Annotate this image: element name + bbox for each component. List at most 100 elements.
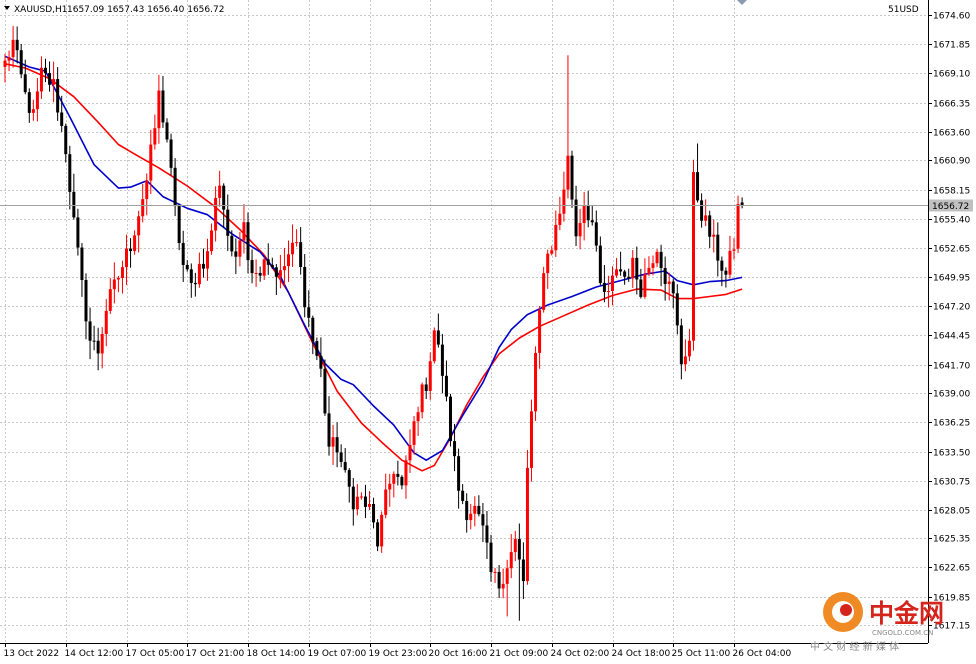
candle-body	[206, 251, 209, 269]
candle-body	[675, 293, 679, 326]
time-tick-label: 20 Oct 16:00	[429, 649, 488, 659]
candle-body	[351, 486, 355, 510]
candle-body	[116, 277, 120, 280]
candle-body	[530, 411, 533, 468]
watermark-domain: CNGOLD.COM.CN	[872, 629, 933, 637]
candle-body	[149, 144, 153, 181]
candle-body	[100, 333, 104, 354]
candle-body	[347, 470, 351, 487]
time-tick-label: 17 Oct 21:00	[186, 649, 245, 659]
candle-body	[242, 222, 246, 241]
candle-body	[23, 74, 27, 93]
time-tick-label: 26 Oct 04:00	[733, 649, 792, 659]
candle-body	[84, 280, 88, 322]
candle-body	[473, 505, 477, 514]
candle-body	[388, 483, 392, 490]
candle-body	[234, 251, 238, 257]
candle-body	[408, 444, 412, 461]
candle-body	[663, 268, 667, 284]
candle-body	[453, 441, 457, 457]
candle-body	[31, 109, 35, 113]
candle-body	[509, 552, 513, 569]
watermark-cn: 中金网	[869, 599, 944, 628]
candle-body	[554, 224, 558, 251]
candle-body	[108, 289, 112, 311]
price-tick-label: 1639.00	[933, 390, 970, 400]
candle-body	[489, 542, 493, 573]
candle-body	[246, 222, 250, 261]
price-tick-label: 1674.60	[933, 12, 970, 22]
candle-body	[193, 282, 197, 285]
candle-body	[384, 489, 388, 515]
candle-body	[412, 421, 416, 445]
candle-body	[380, 514, 384, 547]
watermark-tagline: 中 文 财 经 新 媒 体	[810, 640, 899, 653]
price-tick-label: 1663.60	[933, 129, 970, 139]
candle-body	[250, 260, 254, 274]
candle-body	[262, 259, 266, 276]
candle-body	[376, 522, 380, 547]
candle-body	[177, 206, 181, 244]
price-tick-label: 1647.20	[933, 303, 970, 313]
candle-body	[39, 67, 43, 92]
candle-body	[704, 215, 708, 221]
candle-body	[586, 205, 590, 221]
candle-body	[716, 234, 720, 261]
candle-body	[197, 263, 201, 285]
candle-body	[129, 248, 133, 252]
candle-body	[44, 67, 47, 74]
candle-body	[602, 282, 606, 292]
candle-body	[282, 266, 286, 271]
candle-body	[60, 112, 64, 126]
candle-body	[153, 128, 157, 145]
candle-body	[736, 204, 740, 249]
candle-body	[566, 155, 570, 190]
candle-body	[525, 467, 529, 582]
candle-body	[594, 222, 598, 246]
candle-body	[19, 50, 23, 75]
price-tick-label: 1644.45	[933, 332, 970, 342]
candle-body	[311, 317, 315, 342]
candle-body	[562, 189, 566, 214]
candle-body	[181, 243, 185, 265]
candle-body	[667, 281, 671, 284]
account-label: 51USD	[888, 5, 919, 15]
candle-body	[643, 274, 647, 297]
candle-body	[396, 473, 400, 477]
price-tick-label: 1630.75	[933, 478, 970, 488]
candle-body	[145, 180, 149, 200]
candle-body	[72, 191, 76, 218]
candle-body	[465, 500, 469, 521]
candle-body	[343, 461, 347, 471]
time-tick-label: 21 Oct 09:00	[490, 649, 549, 659]
candle-body	[497, 571, 501, 589]
candle-body	[582, 205, 586, 224]
candle-body	[724, 270, 728, 275]
candle-body	[623, 271, 627, 277]
candle-body	[627, 276, 631, 279]
price-tick-label: 1628.05	[933, 507, 970, 517]
ohlc-values: 1657.09 1657.43 1656.40 1656.72	[67, 5, 224, 15]
candle-body	[619, 269, 623, 272]
candle-body	[404, 460, 408, 486]
price-tick-label: 1660.90	[933, 157, 970, 167]
candle-body	[266, 259, 270, 265]
candle-body	[683, 356, 687, 365]
candle-body	[639, 279, 643, 297]
candle-body	[416, 412, 420, 422]
candle-body	[392, 473, 396, 484]
candle-body	[720, 260, 724, 271]
candle-body	[372, 503, 376, 523]
candle-body	[56, 79, 60, 113]
candle-body	[505, 568, 509, 584]
candle-body	[631, 257, 635, 279]
price-chart[interactable]: 1674.60 1671.85 1669.10 1666.35 1663.60 1660.…	[0, 0, 976, 664]
current-price-label: 1656.72	[932, 202, 969, 212]
candle-body	[165, 122, 169, 140]
candle-body	[635, 257, 639, 280]
candle-body	[578, 223, 582, 237]
candle-body	[501, 583, 505, 589]
candle-body	[481, 514, 485, 526]
candle-body	[542, 273, 546, 310]
candle-body	[331, 437, 335, 447]
